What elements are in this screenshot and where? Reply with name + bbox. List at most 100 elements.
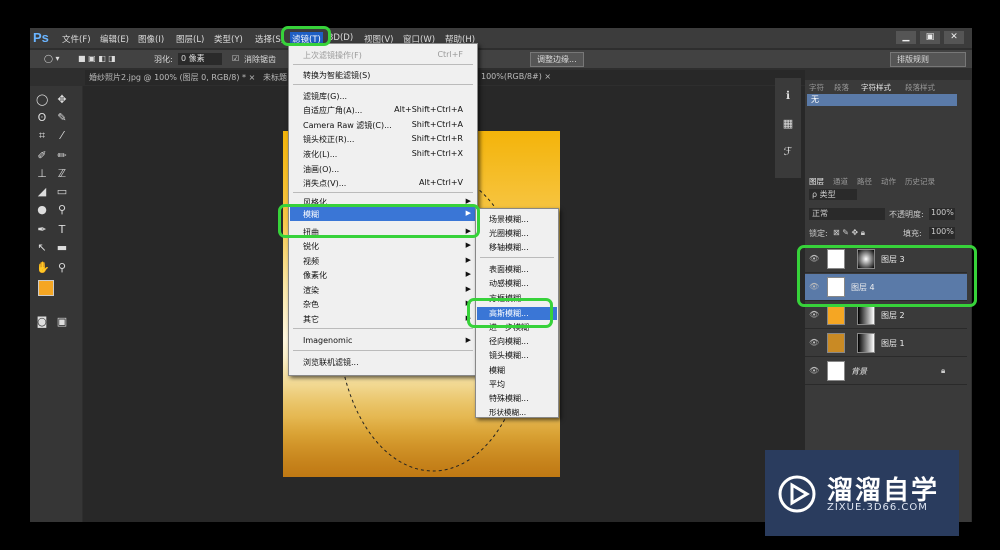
lock-icons[interactable]: ⊠ ✎ ✥ 🔒︎ (833, 228, 865, 238)
tab-character[interactable]: 字符 (809, 82, 824, 93)
tab-para-style[interactable]: 段落样式 (905, 82, 935, 93)
eraser-tool-icon[interactable]: ◢ (36, 186, 48, 198)
adaptive-wide-angle-item[interactable]: 自适应广角(A)... (303, 105, 362, 116)
render-item[interactable]: 渲染 (303, 285, 319, 296)
iris-blur-item[interactable]: 光圈模糊... (489, 228, 529, 239)
antialias-checkbox[interactable]: ☑ (232, 54, 239, 63)
zoom-tool-icon[interactable]: ⚲ (56, 262, 68, 274)
shape-blur-item[interactable]: 形状模糊... (489, 407, 526, 418)
marquee-preset-icon[interactable]: ◯ ▾ (44, 54, 60, 63)
last-filter-item[interactable]: 上次滤镜操作(F) (303, 50, 362, 61)
video-item[interactable]: 视频 (303, 256, 319, 267)
blend-mode-select[interactable]: 正常 (809, 208, 885, 220)
menu-type[interactable]: 类型(Y) (214, 33, 243, 45)
marquee-tool-icon[interactable]: ◯ (36, 94, 48, 106)
foreground-color-swatch[interactable] (38, 280, 54, 296)
liquify-item[interactable]: 液化(L)... (303, 149, 337, 160)
restore-button[interactable]: ▣ (920, 31, 940, 44)
eye-icon[interactable]: 👁︎ (809, 338, 819, 347)
menu-edit[interactable]: 编辑(E) (100, 33, 129, 45)
eye-icon[interactable]: 👁︎ (809, 366, 819, 375)
layer-name: 背景 (851, 367, 867, 376)
field-blur-item[interactable]: 场景模糊... (489, 214, 529, 225)
quick-select-tool-icon[interactable]: ✎ (56, 112, 68, 124)
menu-select[interactable]: 选择(S) (255, 33, 284, 45)
motion-blur-item[interactable]: 动感模糊... (489, 278, 529, 289)
average-item[interactable]: 平均 (489, 379, 505, 390)
eye-icon[interactable]: 👁︎ (809, 310, 819, 319)
imagenomic-item[interactable]: Imagenomic (303, 336, 352, 345)
info-icon[interactable]: ℹ (782, 90, 794, 102)
screen-mode-icon[interactable]: ▣ (56, 316, 68, 328)
last-filter-shortcut: Ctrl+F (437, 50, 463, 59)
layer-row[interactable]: 👁︎ 背景 🔒︎ (805, 358, 967, 385)
opacity-input[interactable]: 100% (929, 208, 955, 220)
tab-paths[interactable]: 路径 (857, 176, 872, 187)
options-bar: ◯ ▾ ■ ▣ ◧ ◨ 羽化: 0 像素 ☑ 消除锯齿 调整边缘... 排版规则 (30, 50, 972, 68)
menu-3d[interactable]: 3D(D) (328, 33, 353, 43)
pixelate-item[interactable]: 像素化 (303, 270, 327, 281)
tab-char-style[interactable]: 字符样式 (861, 82, 891, 93)
menu-image[interactable]: 图像(I) (138, 33, 164, 45)
tab-paragraph[interactable]: 段落 (834, 82, 849, 93)
tab-doc1[interactable]: 婚纱照片2.jpg @ 100% (图层 0, RGB/8) * × (89, 72, 255, 83)
tab-history[interactable]: 历史记录 (905, 176, 935, 187)
gradient-tool-icon[interactable]: ▭ (56, 186, 68, 198)
radial-blur-item[interactable]: 径向模糊... (489, 336, 529, 347)
lasso-tool-icon[interactable]: ʘ (36, 112, 48, 124)
tab-doc2[interactable]: 未标题 (263, 72, 287, 83)
layer-thumbnail (827, 333, 845, 353)
grid-panel-icon[interactable]: ▦ (782, 118, 794, 130)
history-brush-tool-icon[interactable]: ℤ (56, 168, 68, 180)
eyedropper-tool-icon[interactable]: ⁄ (56, 130, 68, 142)
style-none[interactable]: 无 (807, 94, 957, 106)
lens-blur-item[interactable]: 镜头模糊... (489, 350, 529, 361)
tab-channels[interactable]: 通道 (833, 176, 848, 187)
pen-tool-icon[interactable]: ✒ (36, 224, 48, 236)
filter-kind-select[interactable]: ρ 类型 (809, 189, 857, 200)
oil-paint-item[interactable]: 油画(O)... (303, 164, 339, 175)
close-button[interactable]: ✕ (944, 31, 964, 44)
filter-gallery-item[interactable]: 滤镜库(G)... (303, 91, 347, 102)
menu-layer[interactable]: 图层(L) (176, 33, 204, 45)
workspace-select[interactable]: 排版规则 (890, 52, 966, 67)
adjust-edge-button[interactable]: 调整边缘... (530, 52, 584, 67)
brush-tool-icon[interactable]: ✏ (56, 150, 68, 162)
surface-blur-item[interactable]: 表面模糊... (489, 264, 529, 275)
blur-tool-icon[interactable]: ● (36, 204, 48, 216)
tab-layers[interactable]: 图层 (809, 176, 824, 187)
tab-actions[interactable]: 动作 (881, 176, 896, 187)
highlight-filter-menu (281, 26, 331, 46)
char-panel-icon[interactable]: ℱ (782, 146, 794, 158)
healing-tool-icon[interactable]: ✐ (36, 150, 48, 162)
feather-label: 羽化: (154, 55, 173, 64)
stamp-tool-icon[interactable]: ⊥ (36, 168, 48, 180)
dodge-tool-icon[interactable]: ⚲ (56, 204, 68, 216)
minimize-button[interactable]: ▁ (896, 31, 916, 44)
menu-separator (293, 328, 473, 329)
crop-tool-icon[interactable]: ⌗ (36, 130, 48, 142)
type-tool-icon[interactable]: T (56, 224, 68, 236)
vanishing-point-item[interactable]: 消失点(V)... (303, 178, 346, 189)
other-item[interactable]: 其它 (303, 314, 319, 325)
menu-file[interactable]: 文件(F) (62, 33, 91, 45)
hand-tool-icon[interactable]: ✋ (36, 262, 50, 274)
path-select-tool-icon[interactable]: ↖ (36, 242, 48, 254)
browse-filters-item[interactable]: 浏览联机滤镜... (303, 357, 359, 368)
noise-item[interactable]: 杂色 (303, 299, 319, 310)
convert-smart-filter-item[interactable]: 转换为智能滤镜(S) (303, 70, 370, 81)
tilt-shift-item[interactable]: 移轴模糊... (489, 242, 529, 253)
smart-blur-item[interactable]: 特殊模糊... (489, 393, 529, 404)
selection-mode-icons[interactable]: ■ ▣ ◧ ◨ (78, 54, 116, 63)
lens-correction-item[interactable]: 镜头校正(R)... (303, 134, 354, 145)
camera-raw-item[interactable]: Camera Raw 滤镜(C)... (303, 120, 392, 131)
move-tool-icon[interactable]: ✥ (56, 94, 68, 106)
feather-input[interactable]: 0 像素 (178, 53, 222, 65)
fill-input[interactable]: 100% (929, 227, 955, 239)
sharpen-item[interactable]: 锐化 (303, 241, 319, 252)
layer-row[interactable]: 👁︎ 图层 1 (805, 330, 967, 357)
tab-doc3[interactable]: 100%(RGB/8#) × (481, 72, 551, 81)
quick-mask-icon[interactable]: ◙ (36, 316, 48, 328)
shape-tool-icon[interactable]: ▬ (56, 242, 68, 254)
blur-item[interactable]: 模糊 (489, 365, 505, 376)
